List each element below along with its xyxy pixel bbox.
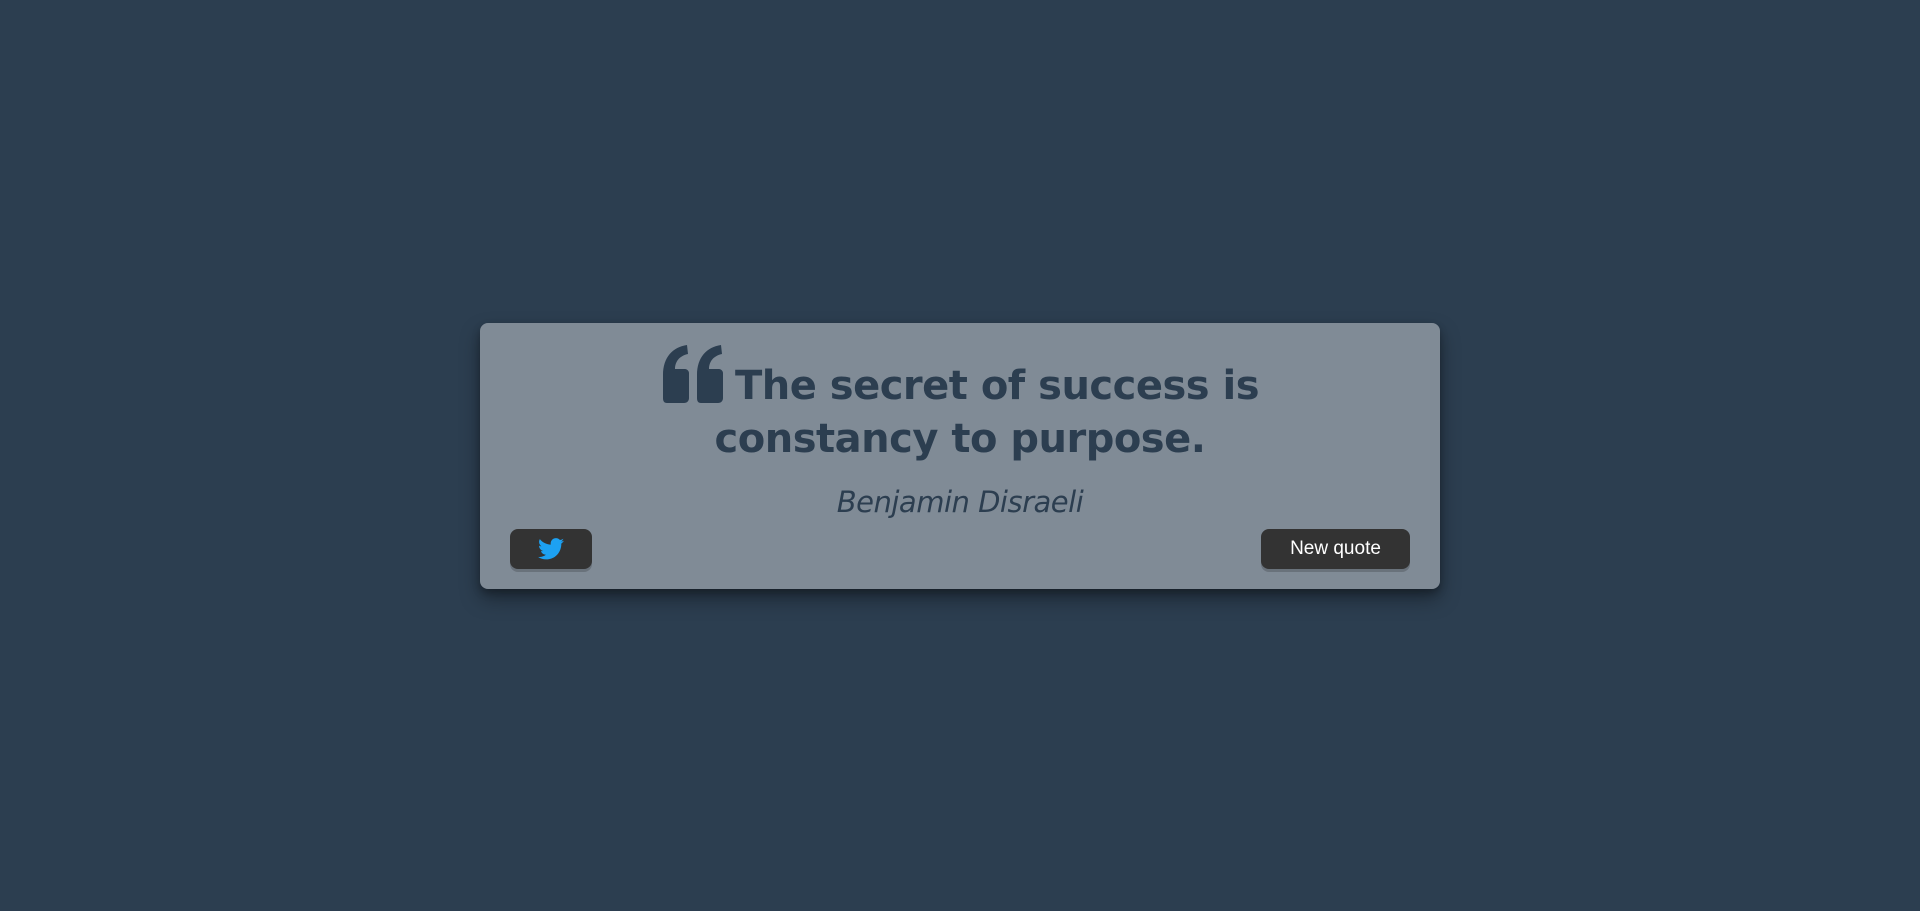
page-background: The secret of success is constancy to pu… — [0, 0, 1920, 911]
tweet-quote-button[interactable] — [510, 529, 592, 569]
new-quote-button[interactable]: New quote — [1261, 529, 1410, 569]
quote-text-block: The secret of success is constancy to pu… — [560, 345, 1360, 466]
quote-text: The secret of success is constancy to pu… — [714, 363, 1260, 462]
quote-left-icon — [661, 345, 727, 403]
quote-box: The secret of success is constancy to pu… — [480, 323, 1440, 589]
quote-author: Benjamin Disraeli — [836, 485, 1084, 519]
twitter-icon — [538, 538, 564, 560]
